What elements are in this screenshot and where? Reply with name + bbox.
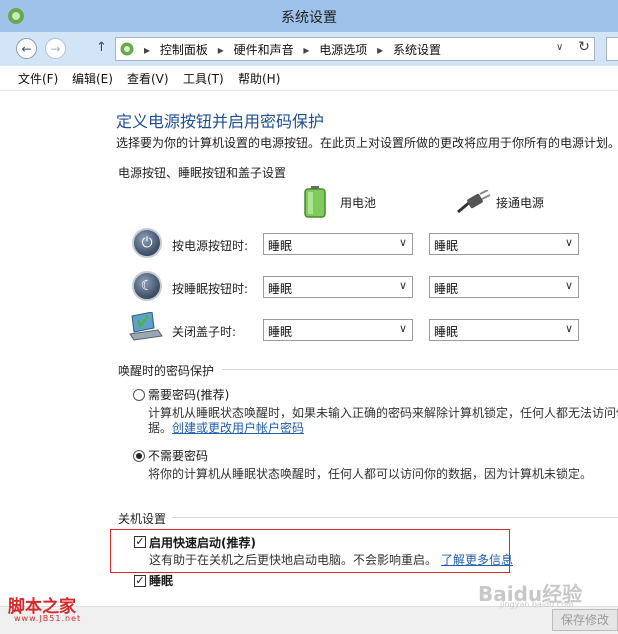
menu-file[interactable]: 文件(F) bbox=[18, 70, 58, 87]
window-title: 系统设置 bbox=[281, 10, 337, 26]
column-battery: 用电池 bbox=[340, 196, 377, 210]
sleep-button-icon: ☾ bbox=[132, 271, 162, 301]
create-password-link[interactable]: 创建或更改用户帐户密码 bbox=[172, 421, 304, 435]
select-value: 睡眠 bbox=[268, 282, 293, 296]
laptop-lid-icon bbox=[128, 311, 164, 345]
arrow-left-icon: ← bbox=[21, 41, 32, 56]
power-section-title: 电源按钮、睡眠按钮和盖子设置 bbox=[118, 166, 287, 180]
require-password-label[interactable]: 需要密码(推荐) bbox=[148, 386, 229, 403]
refresh-button[interactable]: ↻ bbox=[574, 39, 594, 59]
address-dropdown-button[interactable]: ∨ bbox=[556, 42, 563, 53]
watermark-left-url: www.JB51.net bbox=[14, 614, 82, 623]
battery-icon bbox=[304, 186, 326, 221]
page-title: 定义电源按钮并启用密码保护 bbox=[116, 112, 325, 131]
up-button[interactable]: ↑ bbox=[96, 40, 107, 55]
fast-startup-label[interactable]: 启用快速启动(推荐) bbox=[149, 534, 256, 551]
save-button[interactable]: 保存修改 bbox=[552, 609, 618, 631]
forward-button[interactable]: → bbox=[45, 38, 66, 59]
chevron-down-icon: ∨ bbox=[398, 236, 407, 249]
close-lid-label: 关闭盖子时: bbox=[172, 325, 237, 339]
no-password-radio[interactable] bbox=[133, 450, 145, 462]
no-password-desc: 将你的计算机从睡眠状态唤醒时，任何人都可以访问你的数据，因为计算机未锁定。 bbox=[148, 467, 593, 481]
breadcrumb: ▸ 控制面板 ▸ 硬件和声音 ▸ 电源选项 ▸ 系统设置 bbox=[144, 43, 441, 57]
sleep-button-plugged-select[interactable]: 睡眠 ∨ bbox=[429, 276, 579, 298]
power-button-label: 按电源按钮时: bbox=[172, 239, 249, 253]
fast-startup-desc: 这有助于在关机之后更快地启动电脑。不会影响重启。 了解更多信息 bbox=[149, 551, 513, 568]
breadcrumb-control-panel[interactable]: 控制面板 bbox=[160, 43, 208, 57]
sleep-label[interactable]: 睡眠 bbox=[149, 572, 173, 589]
control-panel-small-icon bbox=[119, 41, 135, 60]
breadcrumb-power-options[interactable]: 电源选项 bbox=[319, 43, 367, 57]
sleep-button-battery-select[interactable]: 睡眠 ∨ bbox=[263, 276, 413, 298]
desc-prefix: 据。 bbox=[148, 421, 173, 435]
breadcrumb-system-settings[interactable]: 系统设置 bbox=[393, 43, 441, 57]
sleep-button-label: 按睡眠按钮时: bbox=[172, 282, 249, 296]
chevron-down-icon: ∨ bbox=[564, 279, 573, 292]
refresh-icon: ↻ bbox=[578, 39, 590, 55]
arrow-right-icon: → bbox=[50, 41, 61, 56]
chevron-down-icon: ∨ bbox=[556, 42, 564, 53]
power-button-battery-select[interactable]: 睡眠 ∨ bbox=[263, 233, 413, 255]
fast-startup-desc-text: 这有助于在关机之后更快地启动电脑。不会影响重启。 bbox=[149, 553, 438, 567]
sleep-checkbox[interactable]: ✓ bbox=[134, 575, 146, 587]
bottom-bar bbox=[0, 606, 618, 634]
select-value: 睡眠 bbox=[434, 325, 459, 339]
section-divider bbox=[172, 517, 618, 518]
close-lid-plugged-select[interactable]: 睡眠 ∨ bbox=[429, 319, 579, 341]
require-password-desc-line2: 据。创建或更改用户帐户密码 bbox=[148, 419, 304, 436]
learn-more-link[interactable]: 了解更多信息 bbox=[441, 553, 513, 567]
section-divider bbox=[222, 369, 618, 370]
back-button[interactable]: ← bbox=[16, 38, 37, 59]
menu-help[interactable]: 帮助(H) bbox=[238, 70, 280, 87]
menu-tools[interactable]: 工具(T) bbox=[183, 70, 224, 87]
chevron-down-icon: ∨ bbox=[564, 236, 573, 249]
password-section-title: 唤醒时的密码保护 bbox=[118, 364, 215, 378]
require-password-radio[interactable] bbox=[133, 389, 145, 401]
fast-startup-checkbox[interactable]: ✓ bbox=[134, 536, 146, 548]
column-plugged-in: 接通电源 bbox=[496, 196, 545, 210]
select-value: 睡眠 bbox=[268, 325, 293, 339]
shutdown-section-title: 关机设置 bbox=[118, 512, 167, 526]
search-input[interactable] bbox=[606, 37, 618, 61]
power-button-icon: ⏻ bbox=[132, 228, 162, 258]
close-lid-battery-select[interactable]: 睡眠 ∨ bbox=[263, 319, 413, 341]
chevron-down-icon: ∨ bbox=[398, 279, 407, 292]
chevron-down-icon: ∨ bbox=[564, 322, 573, 335]
breadcrumb-hardware-sound[interactable]: 硬件和声音 bbox=[234, 43, 294, 57]
chevron-down-icon: ∨ bbox=[398, 322, 407, 335]
select-value: 睡眠 bbox=[268, 239, 293, 253]
page-description: 选择要为你的计算机设置的电源按钮。在此页上对设置所做的更改将应用于你所有的电源计… bbox=[116, 136, 618, 150]
menu-view[interactable]: 查看(V) bbox=[127, 70, 169, 87]
no-password-label[interactable]: 不需要密码 bbox=[148, 447, 208, 464]
plug-icon bbox=[456, 189, 492, 219]
select-value: 睡眠 bbox=[434, 239, 459, 253]
watermark-right-url: jingyan.baidu.com bbox=[500, 600, 574, 609]
menu-edit[interactable]: 编辑(E) bbox=[72, 70, 113, 87]
arrow-up-icon: ↑ bbox=[96, 40, 107, 55]
select-value: 睡眠 bbox=[434, 282, 459, 296]
power-button-plugged-select[interactable]: 睡眠 ∨ bbox=[429, 233, 579, 255]
